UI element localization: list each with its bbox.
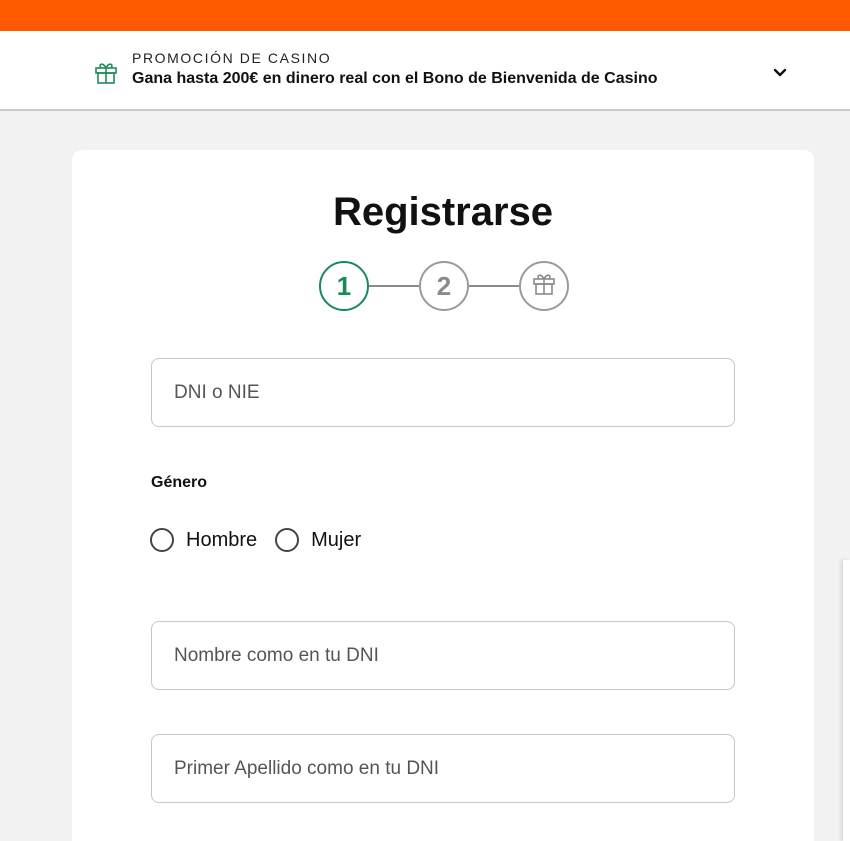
- promo-title: Gana hasta 200€ en dinero real con el Bo…: [132, 70, 658, 87]
- dni-input[interactable]: [151, 358, 735, 427]
- side-panel-edge: [843, 560, 850, 841]
- step-indicator: 1 2: [319, 261, 569, 311]
- gender-label: Género: [151, 474, 208, 491]
- step-1: 1: [319, 261, 369, 311]
- step-2: 2: [419, 261, 469, 311]
- brand-top-bar: [0, 0, 850, 31]
- step-bonus: [519, 261, 569, 311]
- radio-label: Hombre: [186, 528, 258, 551]
- gender-radio-group: Hombre Mujer: [150, 527, 379, 553]
- step-connector: [369, 285, 419, 287]
- last-name-input[interactable]: [151, 734, 735, 803]
- chevron-down-icon[interactable]: [770, 63, 790, 83]
- gift-icon: [93, 59, 119, 85]
- radio-button[interactable]: [150, 528, 174, 552]
- step-connector: [469, 285, 519, 287]
- gift-icon: [531, 270, 557, 303]
- radio-label: Mujer: [311, 528, 362, 551]
- page-title: Registrarse: [332, 190, 554, 234]
- promo-banner[interactable]: PROMOCIÓN DE CASINO Gana hasta 200€ en d…: [0, 31, 850, 111]
- gender-option-hombre[interactable]: Hombre: [150, 528, 257, 552]
- registration-card: Registrarse 1 2 Género Hombre: [72, 150, 814, 841]
- gender-option-mujer[interactable]: Mujer: [275, 528, 361, 552]
- radio-button[interactable]: [275, 528, 300, 552]
- promo-kicker: PROMOCIÓN DE CASINO: [132, 50, 332, 66]
- first-name-input[interactable]: [151, 621, 735, 690]
